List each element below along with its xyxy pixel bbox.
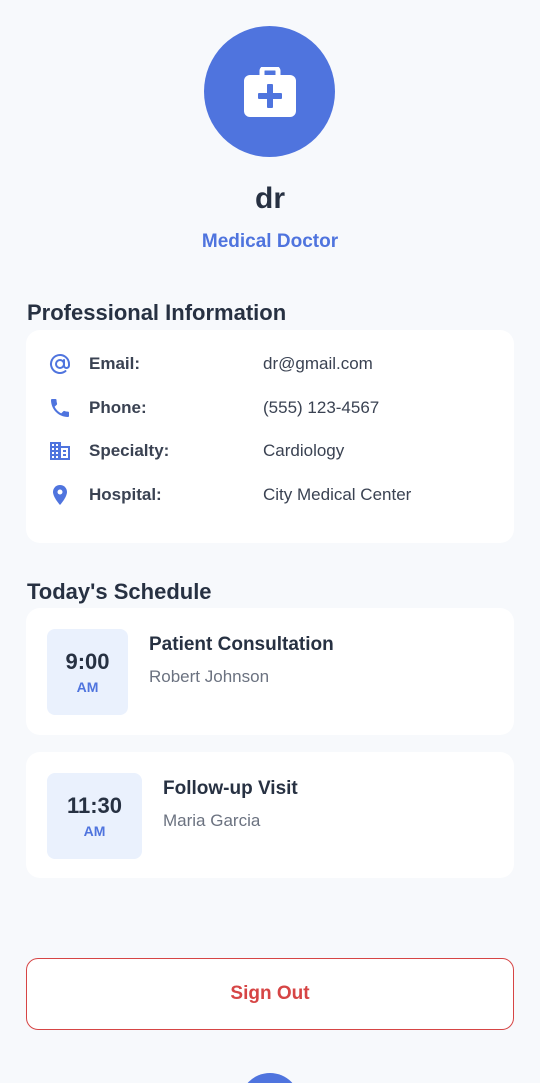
- info-value-specialty: Cardiology: [263, 441, 345, 460]
- phone-icon: [48, 396, 72, 420]
- sign-out-button[interactable]: Sign Out: [26, 958, 514, 1030]
- info-row-email: Email: dr@gmail.com: [26, 349, 514, 379]
- info-row-specialty: Specialty: Cardiology: [26, 436, 514, 466]
- info-label: Email:: [89, 354, 141, 373]
- info-value-email: dr@gmail.com: [263, 354, 373, 373]
- profile-role: Medical Doctor: [201, 231, 339, 252]
- profile-name: dr: [255, 182, 285, 215]
- info-row-phone: Phone: (555) 123-4567: [26, 393, 514, 423]
- professional-info-title: Professional Information: [27, 300, 287, 325]
- schedule-title: Today's Schedule: [27, 579, 212, 604]
- appointment-ampm: AM: [83, 823, 106, 839]
- info-row-hospital: Hospital: City Medical Center: [26, 480, 514, 510]
- professional-info-card: Email: dr@gmail.com Phone: (555) 123-456…: [26, 330, 514, 543]
- building-icon: [48, 439, 72, 463]
- doctor-profile-screen: dr Medical Doctor Professional Informati…: [0, 0, 540, 1083]
- info-label: Specialty:: [89, 441, 170, 460]
- medical-kit-icon: [243, 66, 296, 117]
- appointment-title: Patient Consultation: [149, 634, 334, 655]
- appointment-card[interactable]: 11:30 AM Follow-up Visit Maria Garcia: [26, 752, 514, 878]
- appointment-time: 11:30: [66, 793, 123, 818]
- appointment-patient: Robert Johnson: [149, 667, 270, 686]
- info-value-hospital: City Medical Center: [263, 485, 412, 504]
- time-box: 9:00 AM: [47, 629, 128, 715]
- info-label: Hospital:: [89, 485, 162, 504]
- appointment-time: 9:00: [65, 649, 110, 674]
- floating-action-button[interactable]: [240, 1073, 300, 1083]
- appointment-card[interactable]: 9:00 AM Patient Consultation Robert John…: [26, 608, 514, 735]
- time-box: 11:30 AM: [47, 773, 142, 859]
- appointment-title: Follow-up Visit: [163, 778, 298, 799]
- info-value-phone: (555) 123-4567: [263, 398, 380, 417]
- info-label: Phone:: [89, 398, 147, 417]
- appointment-patient: Maria Garcia: [163, 811, 261, 830]
- avatar: [204, 26, 335, 157]
- at-icon: [48, 352, 72, 376]
- location-pin-icon: [48, 483, 72, 507]
- appointment-ampm: AM: [76, 679, 99, 695]
